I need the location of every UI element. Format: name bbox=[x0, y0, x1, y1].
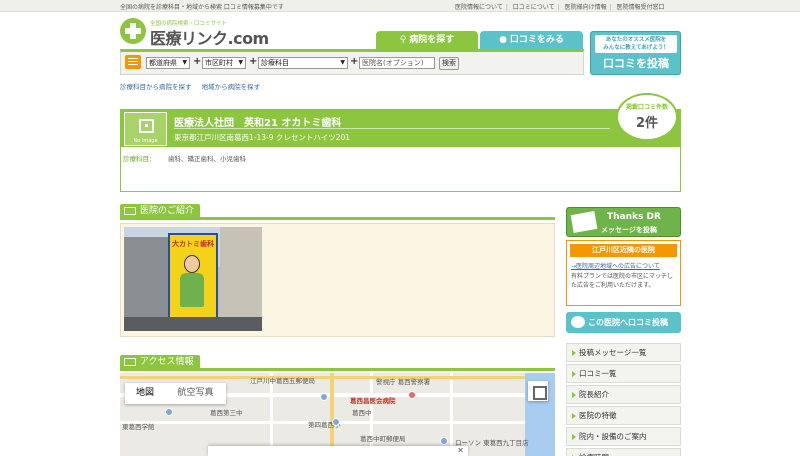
department-select[interactable]: 診療科目 ▼ bbox=[258, 57, 348, 69]
post-clinic-review-button[interactable]: この医院へ口コミ投稿 bbox=[566, 312, 681, 333]
speech-bubble-icon bbox=[571, 316, 585, 328]
site-tagline: 全国の病院を診療科目・地域から検索 口コミ情報募集中です bbox=[120, 4, 284, 11]
envelope-icon bbox=[570, 211, 598, 233]
plus-icon: + bbox=[193, 56, 202, 67]
search-button[interactable]: 検索 bbox=[439, 57, 459, 70]
hospital-icon bbox=[139, 119, 154, 133]
top-link-reception[interactable]: 医院情報受付窓口 bbox=[617, 4, 665, 11]
post-review-caption: あなたのオススメ医院を みんなに教えてあげよう！ bbox=[595, 35, 677, 53]
plus-icon: + bbox=[249, 56, 258, 67]
department-value: 歯科、矯正歯科、小児歯科 bbox=[168, 155, 246, 163]
post-review-button[interactable]: あなたのオススメ医院を みんなに教えてあげよう！ 口コミを投稿 bbox=[590, 31, 681, 75]
nearby-clinics-header: 江戸川区近隣の医院 bbox=[570, 244, 677, 257]
search-icon: ⚲ bbox=[399, 35, 407, 45]
section-access-label: アクセス情報 bbox=[140, 357, 194, 367]
nearby-clinics-ad: 江戸川区近隣の医院 →医院周辺地域への広告について 有料プランでは医院の市区にマ… bbox=[566, 240, 681, 306]
site-logo[interactable]: 全国の病院検索・口コミサイト 医療リンク.com bbox=[120, 18, 269, 48]
tab-search-clinics[interactable]: ⚲ 病院を探す bbox=[376, 31, 478, 49]
menu-item-hours[interactable]: 診療時間 bbox=[566, 448, 681, 456]
tab-view-reviews[interactable]: ● 口コミをみる bbox=[480, 31, 583, 49]
city-select[interactable]: 市区町村 ▼ bbox=[202, 57, 246, 69]
map-type-toggle: 地図 航空写真 bbox=[125, 383, 226, 404]
building-icon bbox=[125, 55, 141, 69]
ad-info-link[interactable]: →医院周辺地域への広告について bbox=[571, 261, 660, 270]
review-count-badge: 掲載口コミ件数 2件 bbox=[616, 93, 678, 141]
section-intro-title: 医院のご紹介 bbox=[120, 204, 555, 220]
menu-item-facilities[interactable]: 院内・設備のご案内 bbox=[566, 427, 681, 446]
fullscreen-icon[interactable] bbox=[528, 381, 548, 401]
clinic-name: 医療法人社団 英和21 オカトミ歯科 bbox=[174, 118, 342, 129]
thanks-dr-title: Thanks DR bbox=[607, 212, 661, 222]
clinic-name-input[interactable]: 医院名(オプション) bbox=[359, 57, 435, 69]
search-sublinks: 診療科目から病院を探す 地域から病院を探す bbox=[120, 81, 268, 91]
clinic-header: No Image 医療法人社団 英和21 オカトミ歯科 東京都江戸川区南葛西1-… bbox=[121, 110, 680, 147]
menu-item-features[interactable]: 医院の特徴 bbox=[566, 406, 681, 425]
top-bar: 全国の病院を診療科目・地域から検索 口コミ情報募集中です 医院情報について | 口… bbox=[0, 0, 800, 12]
signboard-text: 大カトミ歯科 bbox=[172, 240, 214, 248]
map-type-map-button[interactable]: 地図 bbox=[125, 383, 165, 404]
clinic-no-image: No Image bbox=[124, 112, 167, 146]
link-search-by-area[interactable]: 地域から病院を探す bbox=[202, 83, 261, 91]
section-access-title: アクセス情報 bbox=[120, 355, 555, 371]
map-info-popup: ✕ bbox=[208, 446, 468, 456]
post-clinic-review-label: この医院へ口コミ投稿 bbox=[588, 318, 668, 327]
link-search-by-department[interactable]: 診療科目から病院を探す bbox=[120, 83, 192, 91]
speech-bubble-icon: ● bbox=[499, 35, 507, 45]
thanks-dr-subtitle: メッセージを投稿 bbox=[601, 226, 657, 234]
plus-icon: + bbox=[350, 56, 359, 67]
clinic-address: 東京都江戸川区南葛西1-13-9 クレセントハイツ201 bbox=[174, 133, 351, 142]
close-icon[interactable]: ✕ bbox=[457, 446, 464, 455]
top-link-clinic-info[interactable]: 医院情報について bbox=[455, 4, 503, 11]
tab-search-label: 病院を探す bbox=[409, 35, 455, 45]
menu-item-director[interactable]: 院長紹介 bbox=[566, 385, 681, 404]
clinic-intro: 大カトミ歯科 bbox=[120, 223, 555, 337]
clinic-info-panel: No Image 医療法人社団 英和21 オカトミ歯科 東京都江戸川区南葛西1-… bbox=[120, 109, 681, 192]
medical-cross-icon bbox=[120, 18, 146, 44]
top-links: 医院情報について | 口コミについて | 医院様向け情報 | 医院情報受付窓口 bbox=[455, 4, 665, 11]
menu-item-reviews[interactable]: 口コミ一覧 bbox=[566, 364, 681, 383]
menu-item-messages[interactable]: 投稿メッセージ一覧 bbox=[566, 343, 681, 362]
search-bar: 都道府県 ▼ + 市区町村 ▼ + 診療科目 ▼ + 医院名(オプション) 検索 bbox=[120, 49, 584, 75]
prefecture-select[interactable]: 都道府県 ▼ bbox=[146, 57, 190, 69]
post-review-label: 口コミを投稿 bbox=[603, 57, 669, 70]
clinic-side-menu: 投稿メッセージ一覧 口コミ一覧 院長紹介 医院の特徴 院内・設備のご案内 診療時… bbox=[566, 343, 681, 456]
thanks-dr-button[interactable]: Thanks DR メッセージを投稿 bbox=[566, 207, 681, 237]
section-intro-label: 医院のご紹介 bbox=[140, 206, 195, 216]
clinic-photo: 大カトミ歯科 bbox=[124, 227, 262, 331]
logo-title: 医療リンク.com bbox=[150, 29, 269, 48]
clinic-signboard: 大カトミ歯科 bbox=[168, 233, 218, 327]
no-image-label: No Image bbox=[133, 138, 158, 144]
clinic-divider bbox=[174, 128, 610, 129]
train-icon bbox=[124, 358, 136, 366]
top-link-for-clinics[interactable]: 医院様向け情報 bbox=[565, 4, 607, 11]
top-link-review-info[interactable]: 口コミについて bbox=[513, 4, 555, 11]
review-count-title: 掲載口コミ件数 bbox=[625, 104, 668, 111]
ad-description: 有料プランでは医院の市区にマッチした広告をご利用いただけます。 bbox=[571, 273, 674, 289]
review-count-value: 2件 bbox=[635, 116, 659, 131]
department-label: 診療科目： bbox=[123, 155, 156, 163]
building-icon bbox=[124, 207, 136, 215]
map-type-satellite-button[interactable]: 航空写真 bbox=[165, 383, 226, 404]
tab-review-label: 口コミをみる bbox=[509, 35, 564, 45]
